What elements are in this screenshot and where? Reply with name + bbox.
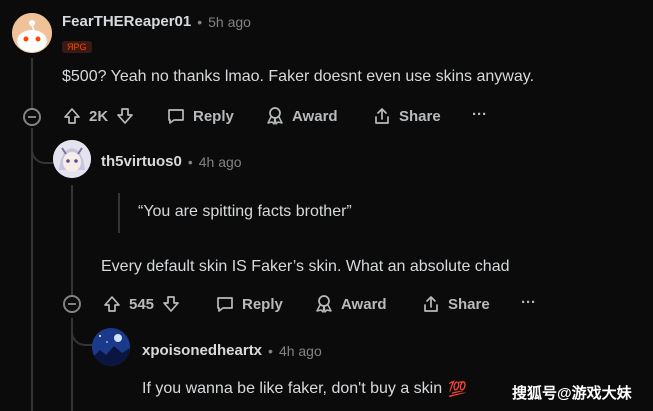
share-icon	[424, 296, 438, 312]
collapse-thread-button[interactable]	[63, 295, 81, 313]
blockquote-bar	[118, 193, 120, 233]
thread-line	[71, 185, 73, 295]
award-button[interactable]: Award	[314, 294, 387, 314]
watermark: 搜狐号@游戏大妹	[512, 385, 632, 402]
reply-button[interactable]: Reply	[166, 106, 234, 126]
award-label: Award	[341, 295, 387, 313]
share-label: Share	[399, 107, 441, 125]
avatar[interactable]	[92, 328, 130, 366]
reply-button[interactable]: Reply	[215, 294, 283, 314]
timestamp[interactable]: 4h ago	[279, 343, 322, 359]
timestamp[interactable]: 5h ago	[208, 14, 251, 30]
upvote-icon[interactable]	[62, 106, 82, 126]
share-icon	[375, 108, 389, 124]
vote-controls: 545	[102, 294, 181, 314]
username[interactable]: FearTHEReaper01	[62, 13, 191, 30]
thread-line	[31, 58, 33, 108]
vote-count: 545	[129, 295, 155, 313]
thread-connector	[31, 140, 55, 164]
reply-icon	[217, 297, 233, 312]
night-scene-avatar-icon	[92, 328, 130, 366]
meta-separator: •	[268, 342, 273, 359]
share-button[interactable]: Share	[372, 106, 441, 126]
reply-icon	[168, 109, 184, 124]
share-label: Share	[448, 295, 490, 313]
avatar[interactable]	[53, 140, 91, 178]
more-options-button[interactable]: ···	[521, 294, 536, 311]
username[interactable]: xpoisonedheartx	[142, 342, 262, 359]
award-icon	[316, 295, 332, 313]
comment-text: $500? Yeah no thanks lmao. Faker doesnt …	[62, 68, 535, 85]
reply-label: Reply	[242, 295, 283, 313]
award-icon	[267, 107, 283, 125]
avatar[interactable]	[12, 13, 52, 53]
downvote-icon[interactable]	[161, 294, 181, 314]
timestamp[interactable]: 4h ago	[199, 154, 242, 170]
anime-avatar-icon	[53, 140, 91, 178]
collapse-thread-button[interactable]	[23, 108, 41, 126]
quoted-text: “You are spitting facts brother”	[138, 203, 352, 220]
hundred-points-emoji: 💯	[448, 381, 467, 398]
reply-label: Reply	[193, 107, 234, 125]
comment-text: Every default skin IS Faker’s skin. What…	[101, 258, 510, 275]
snoo-avatar-icon	[12, 13, 52, 53]
more-options-button[interactable]: ···	[472, 106, 487, 123]
meta-separator: •	[187, 153, 193, 170]
comment-text: If you wanna be like faker, don't buy a …	[142, 380, 443, 397]
username[interactable]: th5virtuos0	[101, 153, 182, 170]
award-button[interactable]: Award	[265, 106, 338, 126]
meta-separator: •	[197, 13, 203, 30]
upvote-icon[interactable]	[102, 294, 122, 314]
award-label: Award	[292, 107, 338, 125]
downvote-icon[interactable]	[115, 106, 135, 126]
user-flair-badge: ЯPG	[62, 41, 92, 53]
vote-count: 2K	[89, 107, 109, 125]
vote-controls: 2K	[62, 106, 135, 126]
share-button[interactable]: Share	[421, 294, 490, 314]
thread-line	[31, 128, 33, 411]
